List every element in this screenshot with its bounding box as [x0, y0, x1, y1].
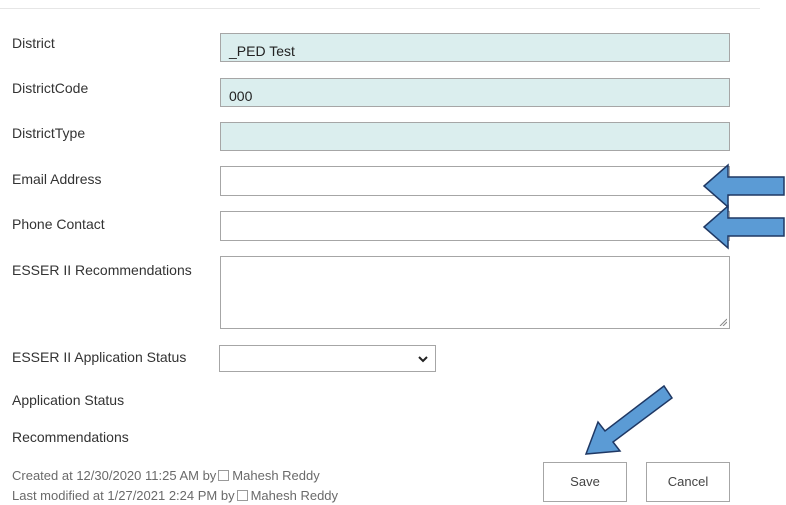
application-status-label: Application Status — [12, 392, 125, 408]
phone-contact-input[interactable] — [220, 211, 730, 241]
phone-contact-label: Phone Contact — [12, 216, 105, 232]
created-prefix: Created at 12/30/2020 11:25 AM by — [12, 468, 217, 483]
chevron-down-icon — [418, 356, 428, 363]
district-type-field — [220, 122, 730, 151]
district-field: _PED Test — [220, 33, 730, 62]
user-icon — [218, 470, 230, 481]
esser-recommendations-label: ESSER II Recommendations — [12, 262, 192, 278]
application-status-select[interactable] — [219, 345, 436, 372]
cancel-button[interactable]: Cancel — [646, 462, 730, 502]
email-address-input[interactable] — [220, 166, 730, 196]
created-by-link[interactable]: Mahesh Reddy — [232, 468, 319, 483]
esser-application-status-label: ESSER II Application Status — [12, 349, 187, 365]
resize-grip-icon[interactable] — [719, 318, 727, 326]
created-info: Created at 12/30/2020 11:25 AM by Mahesh … — [12, 468, 320, 483]
top-divider — [0, 8, 760, 9]
district-type-label: DistrictType — [12, 125, 86, 141]
district-code-label: DistrictCode — [12, 80, 89, 96]
user-icon — [236, 490, 248, 501]
modified-prefix: Last modified at 1/27/2021 2:24 PM by — [12, 488, 235, 503]
annotation-arrow-icon — [702, 204, 785, 250]
modified-info: Last modified at 1/27/2021 2:24 PM by Mah… — [12, 488, 338, 503]
annotation-arrow-icon — [584, 384, 674, 455]
modified-by-link[interactable]: Mahesh Reddy — [251, 488, 338, 503]
district-label: District — [12, 35, 55, 51]
save-button[interactable]: Save — [543, 462, 627, 502]
recommendations-label: Recommendations — [12, 429, 129, 445]
district-code-field: 000 — [220, 78, 730, 107]
esser-recommendations-textarea[interactable] — [220, 256, 730, 329]
email-address-label: Email Address — [12, 171, 102, 187]
